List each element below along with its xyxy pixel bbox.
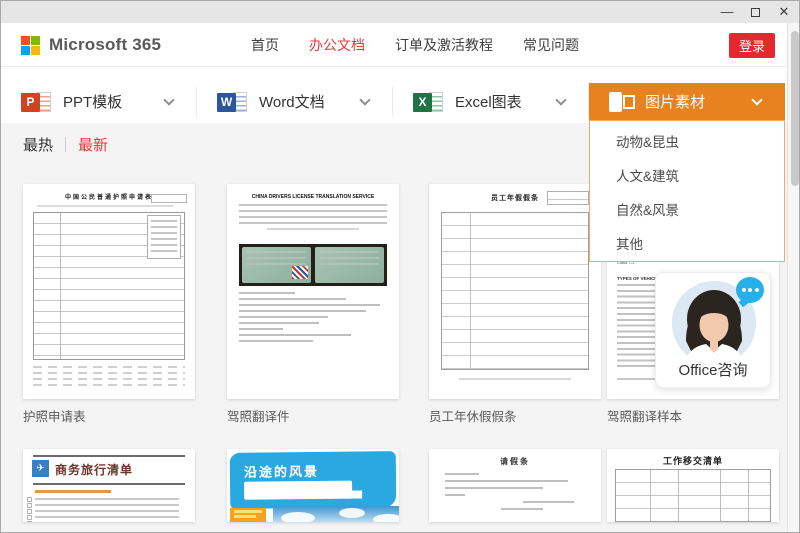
dropdown-item-animals[interactable]: 动物&昆虫 (590, 126, 784, 160)
dropdown-item-nature[interactable]: 自然&风景 (590, 194, 784, 228)
doc-title: 工作移交清单 (607, 454, 779, 467)
close-icon[interactable]: ✕ (777, 1, 791, 23)
doc-caption-annual-leave[interactable]: 员工年休假假条 (429, 406, 517, 425)
doc-thumbnail-travel-checklist[interactable]: ✈ 商务旅行清单 (23, 449, 195, 522)
doc-thumbnail-leave-note[interactable]: 请假条 (429, 449, 601, 522)
maximize-icon[interactable] (751, 8, 760, 17)
doc-caption-passport[interactable]: 护照申请表 (23, 406, 86, 425)
doc-thumbnail-scenery[interactable]: 沿途的风景 (227, 449, 399, 522)
ticket-graphic (230, 508, 266, 522)
category-ppt[interactable]: P PPT模板 (1, 83, 197, 120)
images-dropdown-menu: 动物&昆虫 人文&建筑 自然&风景 其他 (589, 120, 785, 262)
brand-title: Microsoft 365 (49, 35, 161, 55)
doc-title: 商务旅行清单 (55, 461, 133, 478)
image-icon (609, 92, 635, 112)
form-table (33, 212, 185, 360)
excel-icon: X (413, 90, 445, 114)
doc-thumbnail-annual-leave[interactable]: 员工年假假条 (429, 184, 601, 399)
category-label: 图片素材 (645, 91, 705, 112)
doc-caption-license-translation[interactable]: 驾照翻译件 (227, 406, 290, 425)
chevron-down-icon (359, 94, 370, 105)
scrollbar-thumb[interactable] (791, 31, 799, 186)
doc-title: 沿途的风景 (244, 461, 319, 481)
dropdown-item-other[interactable]: 其他 (590, 228, 784, 262)
chevron-down-icon (555, 94, 566, 105)
vertical-scrollbar[interactable] (787, 23, 800, 533)
dropdown-item-culture[interactable]: 人文&建筑 (590, 160, 784, 194)
main-nav: 首页 办公文档 订单及激活教程 常见问题 (251, 23, 579, 67)
category-bar: P PPT模板 W Word文档 X Excel图表 图 (1, 67, 787, 123)
microsoft-logo: Microsoft 365 (21, 35, 161, 55)
form-table (615, 469, 771, 522)
app-window: — ✕ Microsoft 365 首页 办公文档 订单及激活教程 常见问题 登… (0, 0, 800, 533)
office-consult-widget[interactable]: Office咨询 (655, 272, 771, 388)
category-word[interactable]: W Word文档 (197, 83, 393, 120)
sky-photo (273, 506, 399, 522)
app-header: Microsoft 365 首页 办公文档 订单及激活教程 常见问题 登录 (1, 23, 787, 67)
tab-hottest[interactable]: 最热 (23, 134, 53, 155)
tab-newest[interactable]: 最新 (78, 134, 108, 155)
blue-banner: 沿途的风景 (230, 451, 397, 509)
airplane-icon: ✈ (32, 460, 49, 477)
window-titlebar: — ✕ (1, 1, 799, 23)
doc-caption-license-sample[interactable]: 驾照翻译样本 (607, 406, 682, 425)
category-label: Excel图表 (455, 91, 522, 112)
nav-item-office-docs[interactable]: 办公文档 (309, 35, 365, 55)
minimize-icon[interactable]: — (720, 1, 734, 23)
doc-thumbnail-passport-form[interactable]: 中国公民普通护照申请表 (23, 184, 195, 399)
doc-thumbnail-handover-checklist[interactable]: 工作移交清单 (607, 449, 779, 522)
word-icon: W (217, 90, 249, 114)
license-photos (239, 244, 387, 286)
chat-bubble-icon (736, 277, 764, 303)
form-table (441, 212, 589, 370)
doc-title: CHINA DRIVERS LICENSE TRANSLATION SERVIC… (227, 194, 399, 200)
nav-item-faq[interactable]: 常见问题 (523, 35, 579, 55)
sort-tabs: 最热 最新 (23, 123, 108, 165)
category-label: PPT模板 (63, 91, 122, 112)
microsoft-logo-icon (21, 36, 40, 55)
category-excel[interactable]: X Excel图表 (393, 83, 589, 120)
nav-item-home[interactable]: 首页 (251, 35, 279, 55)
tab-divider (65, 137, 66, 152)
doc-thumbnail-license-translation[interactable]: CHINA DRIVERS LICENSE TRANSLATION SERVIC… (227, 184, 399, 399)
chevron-down-icon (163, 94, 174, 105)
login-button[interactable]: 登录 (729, 33, 775, 58)
chat-widget-label: Office咨询 (656, 359, 770, 380)
category-images[interactable]: 图片素材 (589, 83, 785, 120)
doc-title: 请假条 (429, 456, 601, 467)
nav-item-orders[interactable]: 订单及激活教程 (395, 35, 493, 55)
category-label: Word文档 (259, 91, 325, 112)
chevron-down-icon (751, 94, 762, 105)
powerpoint-icon: P (21, 90, 53, 114)
